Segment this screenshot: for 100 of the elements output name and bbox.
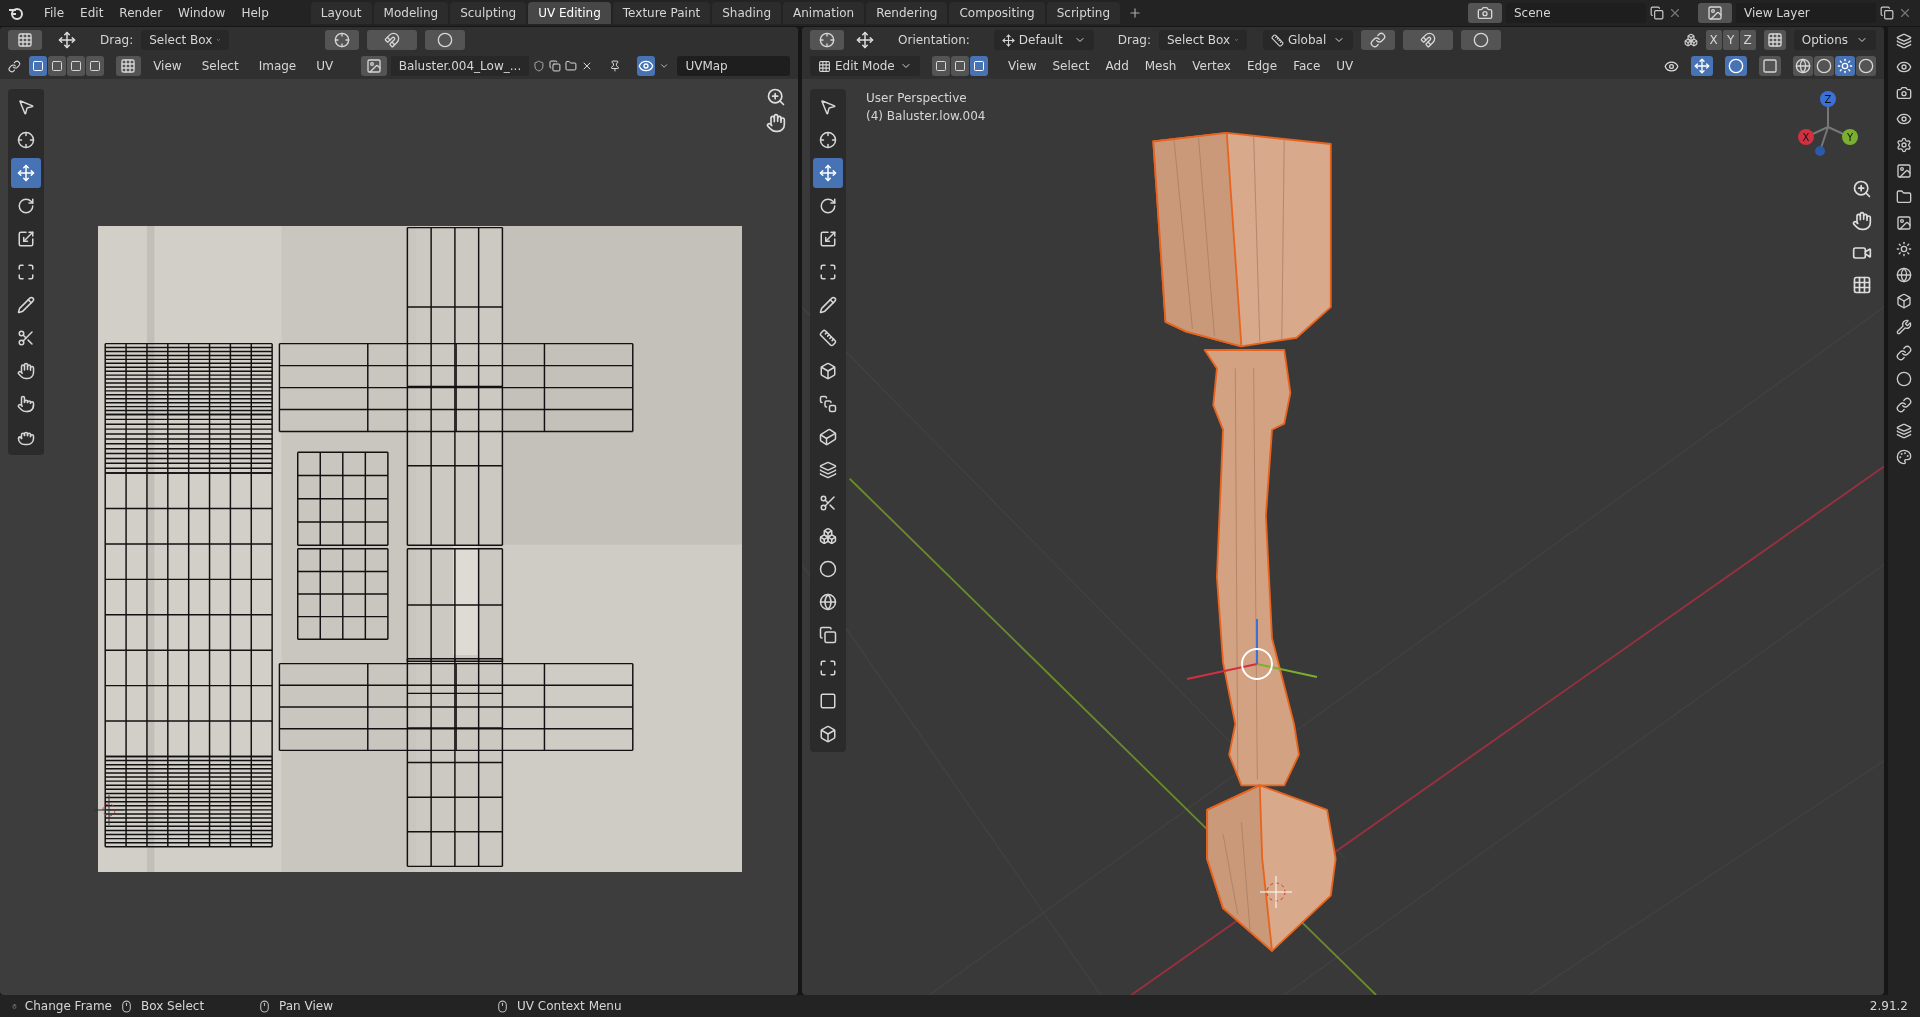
workspace-tab[interactable]: UV Editing [528,2,611,24]
menu-item[interactable]: UV [1328,56,1362,76]
menu-item[interactable]: UV [308,56,342,76]
new-image-icon[interactable] [549,59,561,73]
camera-icon[interactable] [1896,85,1912,101]
sticky-select-button[interactable] [115,56,142,76]
scene-field[interactable]: Scene [1506,3,1646,23]
orientation-dropdown[interactable]: Default [993,30,1094,50]
menu-item[interactable]: Edit [72,3,112,23]
square-icon [31,60,44,72]
workspace-tab[interactable]: Animation [783,2,865,24]
menu-item[interactable]: Add [1097,56,1137,76]
option-icon [1001,33,1015,47]
add-workspace-icon[interactable] [1128,6,1143,20]
pan-icon[interactable] [766,113,786,133]
material-icon[interactable] [1896,449,1912,465]
mirror-axis-button[interactable]: Z [1739,30,1756,50]
square-icon [69,60,82,72]
menu-item[interactable]: Select [1044,56,1098,76]
move-icon[interactable] [58,31,76,49]
proportional-edit-button[interactable] [1461,30,1501,50]
close-icon[interactable] [1668,6,1682,20]
workspace-tab[interactable]: Modeling [373,2,449,24]
square-icon [50,60,63,72]
mouse-icon [258,999,271,1013]
snap-button[interactable] [1403,30,1453,50]
version-label: 2.91.2 [1869,998,1908,1015]
menu-item[interactable]: Mesh [1136,56,1185,76]
editor-type-button[interactable] [8,30,42,50]
menu-item[interactable]: Image [250,56,305,76]
eye-icon[interactable] [1896,59,1912,75]
menu-item[interactable]: File [36,3,73,23]
proportional-edit-button[interactable] [425,30,466,50]
option-icon [818,59,831,73]
editor-type-button[interactable] [810,30,844,50]
close-icon[interactable] [1898,6,1912,20]
select-mode-button[interactable] [66,56,85,76]
snap-icon [1420,32,1436,48]
gizmo-toggle-button[interactable] [1691,56,1713,76]
workspace-tab[interactable]: Sculpting [450,2,527,24]
menu-item[interactable]: Edge [1238,56,1286,76]
drag-dropdown[interactable]: Select Box [1159,30,1247,50]
select-mode-button[interactable] [932,56,950,76]
mode-dropdown[interactable]: Edit Mode [810,56,920,76]
select-mode-button[interactable] [28,56,47,76]
menu-item[interactable]: Window [170,3,234,23]
image-name-field[interactable]: Baluster.004_Low_... [390,56,530,76]
workspace-tab[interactable]: Scripting [1046,2,1121,24]
transform-orientation-dropdown[interactable]: Global [1263,30,1353,50]
image-browse-button[interactable] [361,56,387,76]
status-hint: Pan View [279,998,333,1015]
pin-icon[interactable] [608,59,621,73]
copy-icon[interactable] [1880,6,1894,20]
workspace-tab[interactable]: Shading [712,2,781,24]
menu-item[interactable]: View [145,56,190,76]
move-icon[interactable] [11,158,41,188]
pivot-button[interactable] [1361,30,1395,50]
mirror-axis-button[interactable]: X [1705,30,1722,50]
view-layer-field[interactable]: View Layer [1736,3,1876,23]
menu-item[interactable]: Vertex [1184,56,1239,76]
pan-icon[interactable] [1852,211,1872,231]
menu-item[interactable]: Render [111,3,171,23]
workspace-tab[interactable]: Rendering [866,2,948,24]
select-mode-button[interactable] [85,56,104,76]
select-mode-button[interactable] [47,56,66,76]
auto-merge-button[interactable] [1763,30,1786,50]
snap-button[interactable] [367,30,418,50]
overlay-toggle-button[interactable] [1725,56,1747,76]
view-name-label: User Perspective [866,90,968,107]
xray-toggle-button[interactable] [1759,56,1781,76]
workspace-tab[interactable]: Texture Paint [612,2,711,24]
mirror-axis-button[interactable]: Y [1722,30,1739,50]
zoom-icon[interactable] [766,87,786,107]
drag-label: Drag: [100,32,134,49]
drag-dropdown[interactable]: Select Box [141,30,230,50]
move-icon[interactable] [856,31,874,49]
pivot-button[interactable] [325,30,360,50]
zoom-icon[interactable] [1852,179,1872,199]
menu-item[interactable]: Select [193,56,247,76]
move-icon[interactable] [813,158,843,188]
open-image-icon[interactable] [564,59,577,73]
select-mode-button[interactable] [951,56,969,76]
view-layer-button[interactable] [1698,3,1732,23]
axis-label: X [1802,132,1810,143]
copy-icon[interactable] [1650,6,1664,20]
scene-button[interactable] [1468,3,1502,23]
workspace-tab[interactable]: Compositing [949,2,1045,24]
menu-item[interactable]: Help [233,3,277,23]
uv-cursor-icon [94,795,124,825]
menu-item[interactable]: View [1000,56,1045,76]
uv-map-field[interactable]: UVMap [677,56,791,76]
eye-icon[interactable] [1896,111,1912,127]
navigation-gizmo[interactable] [1798,91,1858,156]
menu-item[interactable]: Face [1285,56,1329,76]
select-mode-button[interactable] [970,56,988,76]
visibility-icon[interactable] [1664,58,1679,74]
3d-cursor-icon [1258,874,1294,910]
grid-icon[interactable] [1852,275,1872,295]
workspace-tab[interactable]: Layout [310,2,372,24]
options-dropdown[interactable]: Options [1793,30,1876,50]
